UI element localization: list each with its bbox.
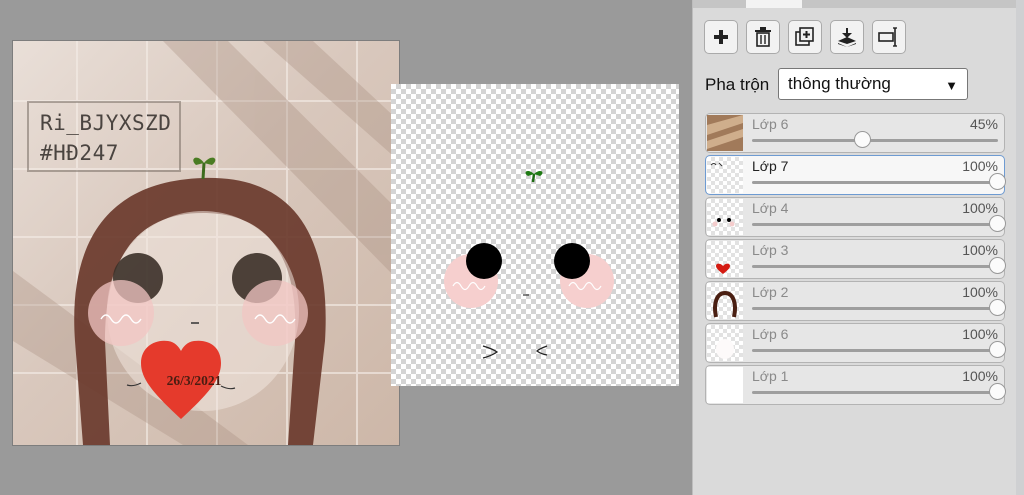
merge-down-icon [838,28,856,47]
heart-date-text: 26/3/2021 [166,373,222,388]
panel-tab-strip [693,0,1017,8]
preview-artwork [444,170,614,359]
layer-row[interactable]: Lớp 4 100% [705,197,1006,237]
watermark-box: Ri_BJYXSZD #HĐ247 [27,101,181,172]
blend-mode-select[interactable]: thông thường ▼ [778,68,968,100]
layer-thumbnail[interactable] [707,115,743,151]
layer-thumbnail[interactable] [707,367,743,403]
layer-opacity-value: 100% [962,284,998,300]
layer-row[interactable]: Lớp 1 100% [705,365,1006,405]
layer-name: Lớp 4 [752,200,789,216]
layer-name: Lớp 2 [752,284,789,300]
opacity-slider[interactable] [752,215,1006,232]
layer-name: Lớp 3 [752,242,789,258]
layer-row[interactable]: Lớp 3 100% [705,239,1006,279]
window-edge [1016,0,1024,495]
plus-icon [714,30,728,44]
opacity-slider-knob[interactable] [989,215,1006,232]
layer-thumbnail[interactable] [707,241,743,277]
merge-down-button[interactable] [830,20,864,54]
blend-mode-value: thông thường [788,74,891,93]
opacity-slider-knob[interactable] [989,173,1006,190]
blend-mode-label: Pha trộn [705,75,770,94]
opacity-slider[interactable] [752,299,1006,316]
opacity-slider-knob[interactable] [989,257,1006,274]
add-layer-button[interactable] [704,20,738,54]
layer-opacity-value: 100% [962,368,998,384]
duplicate-layer-button[interactable] [788,20,822,54]
watermark-line-1: Ri_BJYXSZD [40,111,172,135]
watermark-line-2: #HĐ247 [40,141,119,165]
delete-layer-button[interactable] [746,20,780,54]
opacity-slider-knob[interactable] [989,299,1006,316]
layer-opacity-value: 100% [962,158,998,174]
opacity-slider[interactable] [752,257,1006,274]
opacity-slider[interactable] [752,341,1006,358]
layer-thumbnail[interactable] [707,157,743,193]
trash-icon [755,27,771,47]
opacity-slider[interactable] [752,383,1006,400]
layer-opacity-value: 100% [962,200,998,216]
layer-name: Lớp 6 [752,116,789,132]
opacity-slider-knob[interactable] [989,383,1006,400]
opacity-slider[interactable] [752,173,1006,190]
layer-name: Lớp 7 [752,158,789,174]
opacity-slider-knob[interactable] [853,131,871,148]
layer-row[interactable]: Lớp 7 100% [705,155,1006,195]
layer-opacity-value: 45% [969,116,998,132]
duplicate-icon [795,27,814,46]
opacity-slider-knob[interactable] [989,341,1006,358]
opacity-slider[interactable] [752,131,998,148]
layer-row[interactable]: Lớp 6 45% [705,113,1005,153]
layer-thumbnail[interactable] [707,325,743,361]
layer-properties-button[interactable] [872,20,906,54]
layer-panel: Pha trộn thông thường ▼ Lớp 6 45% Lớp 7 100… [692,0,1017,495]
layer-thumbnail[interactable] [707,199,743,235]
layer-name: Lớp 6 [752,326,789,342]
layer-thumbnail[interactable] [707,283,743,319]
layer-opacity-value: 100% [962,326,998,342]
main-canvas[interactable]: Ri_BJYXSZD #HĐ247 26/3/2021 [12,40,400,446]
layer-opacity-value: 100% [962,242,998,258]
chevron-down-icon: ▼ [945,78,958,93]
layer-row[interactable]: Lớp 2 100% [705,281,1006,321]
layer-name: Lớp 1 [752,368,789,384]
layer-properties-icon [878,27,897,47]
layer-preview-canvas[interactable] [391,84,679,386]
layer-row[interactable]: Lớp 6 100% [705,323,1006,363]
layers-tab[interactable] [746,0,802,8]
